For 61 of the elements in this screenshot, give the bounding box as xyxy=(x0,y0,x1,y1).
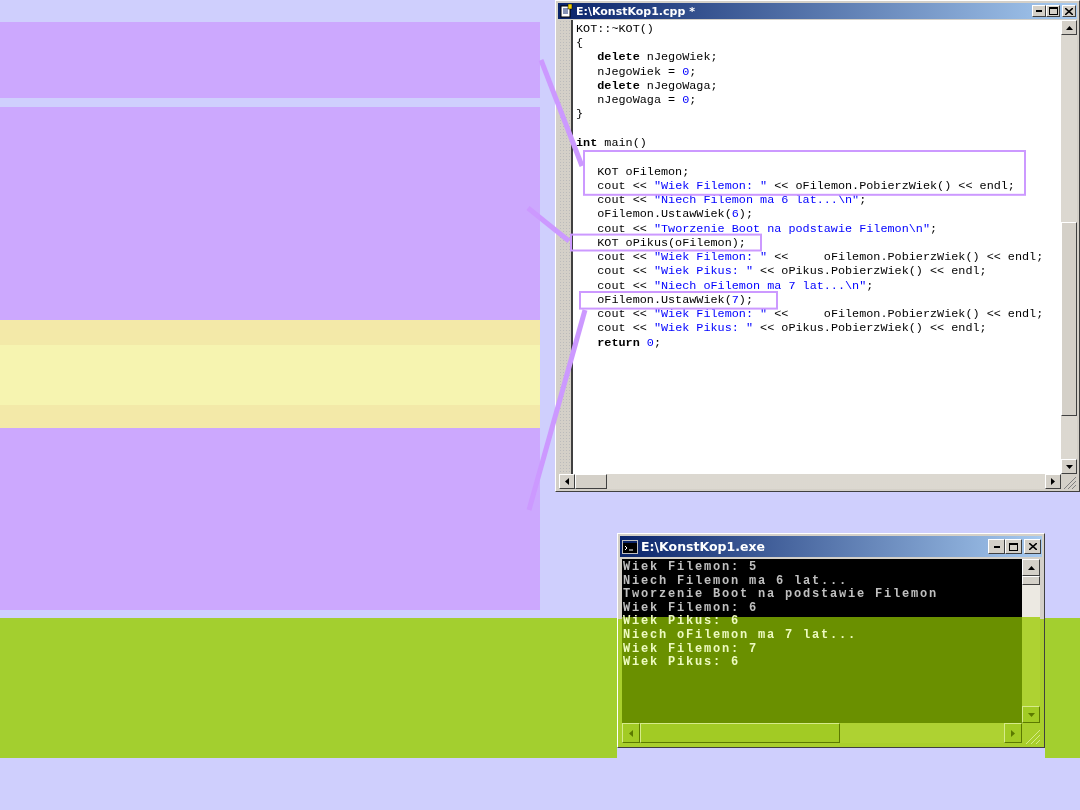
close-button[interactable] xyxy=(1062,5,1076,17)
connector-line xyxy=(526,206,571,243)
maximize-icon xyxy=(1048,7,1058,15)
minimize-button[interactable] xyxy=(988,539,1005,554)
output-line: Wiek Pikus: 6 xyxy=(623,656,740,670)
up-arrow-icon xyxy=(1065,25,1073,30)
code-line: KOT oFilemon; xyxy=(597,166,690,178)
code-line: nJegoWaga = 0; xyxy=(597,95,697,106)
close-icon xyxy=(1028,543,1037,550)
right-arrow-icon xyxy=(1051,478,1055,485)
scroll-up-button[interactable] xyxy=(1061,20,1077,35)
left-arrow-icon xyxy=(565,478,569,485)
code-line: cout << "Niech Filemon ma 6 lat...\n"; xyxy=(597,195,867,206)
code-line: } xyxy=(576,109,584,120)
output-line: Niech oFilemon ma 7 lat... xyxy=(623,628,858,643)
maximize-icon xyxy=(1009,542,1018,551)
close-button[interactable] xyxy=(1024,539,1041,554)
code-line: KOT oPikus(oFilemon); xyxy=(597,237,746,249)
window-title: E:\KonstKop1.exe xyxy=(641,539,766,554)
vertical-scrollbar[interactable] xyxy=(1022,559,1040,723)
maximize-button[interactable] xyxy=(1046,5,1060,17)
code-line: KOT::~KOT() xyxy=(576,23,654,35)
minimize-icon xyxy=(993,545,1000,548)
scroll-up-button[interactable] xyxy=(1022,559,1040,576)
horizontal-scrollbar[interactable] xyxy=(622,723,1022,743)
maximize-button[interactable] xyxy=(1005,539,1022,554)
code-line: cout << "Wiek Filemon: " << oFilemon.PobierzWiek() << endl; xyxy=(597,180,1015,192)
minimize-button[interactable] xyxy=(1032,5,1046,17)
output-line: Wiek Filemon: 5 xyxy=(623,561,759,575)
code-line: cout << "Wiek Pikus: " << oPikus.PobierzWiek() << endl; xyxy=(597,266,987,277)
code-line: return 0; xyxy=(597,337,661,349)
code-line: int main() xyxy=(576,138,647,149)
code-line: oFilemon.UstawWiek(6); xyxy=(597,209,754,220)
output-line: Tworzenie Boot na podstawie Filemon xyxy=(623,588,939,602)
code-line: cout << "Wiek Filemon: " << oFilemon.PobierzWiek() << endl; xyxy=(597,252,1044,263)
scroll-thumb[interactable] xyxy=(640,723,840,743)
left-arrow-icon xyxy=(629,729,633,737)
output-line: Wiek Filemon: 7 xyxy=(623,642,759,656)
code-line: cout << "Wiek Pikus: " << oPikus.PobierzWiek() << endl; xyxy=(597,323,987,334)
code-line: cout << "Wiek Filemon: " << oFilemon.PobierzWiek() << endl; xyxy=(597,309,1044,320)
console-icon xyxy=(622,539,638,554)
code-line: nJegoWiek = 0; xyxy=(597,66,697,78)
up-arrow-icon xyxy=(1027,565,1035,570)
right-arrow-icon xyxy=(1011,729,1015,737)
code-line: cout << "Tworzenie Boot na podstawie Filemon\n"; xyxy=(597,223,938,235)
window-title: E:\KonstKop1.cpp * xyxy=(576,4,696,18)
code-line: delete nJegoWaga; xyxy=(597,80,718,92)
document-icon xyxy=(560,4,573,18)
down-arrow-icon xyxy=(1027,712,1035,717)
code-line: oFilemon.UstawWiek(7); xyxy=(597,294,754,306)
output-line: Wiek Pikus: 6 xyxy=(623,615,740,629)
vertical-scrollbar[interactable] xyxy=(1061,20,1077,474)
output-line: Wiek Filemon: 6 xyxy=(623,601,759,615)
down-arrow-icon xyxy=(1065,464,1073,469)
code-line: cout << "Niech oFilemon ma 7 lat...\n"; xyxy=(597,280,874,292)
resize-grip-icon[interactable] xyxy=(1061,474,1077,489)
code-line: { xyxy=(576,38,584,49)
code-line: delete nJegoWiek; xyxy=(597,52,718,63)
minimize-icon xyxy=(1036,10,1042,12)
close-icon xyxy=(1065,7,1073,15)
output-line: Niech Filemon ma 6 lat... xyxy=(623,574,849,588)
